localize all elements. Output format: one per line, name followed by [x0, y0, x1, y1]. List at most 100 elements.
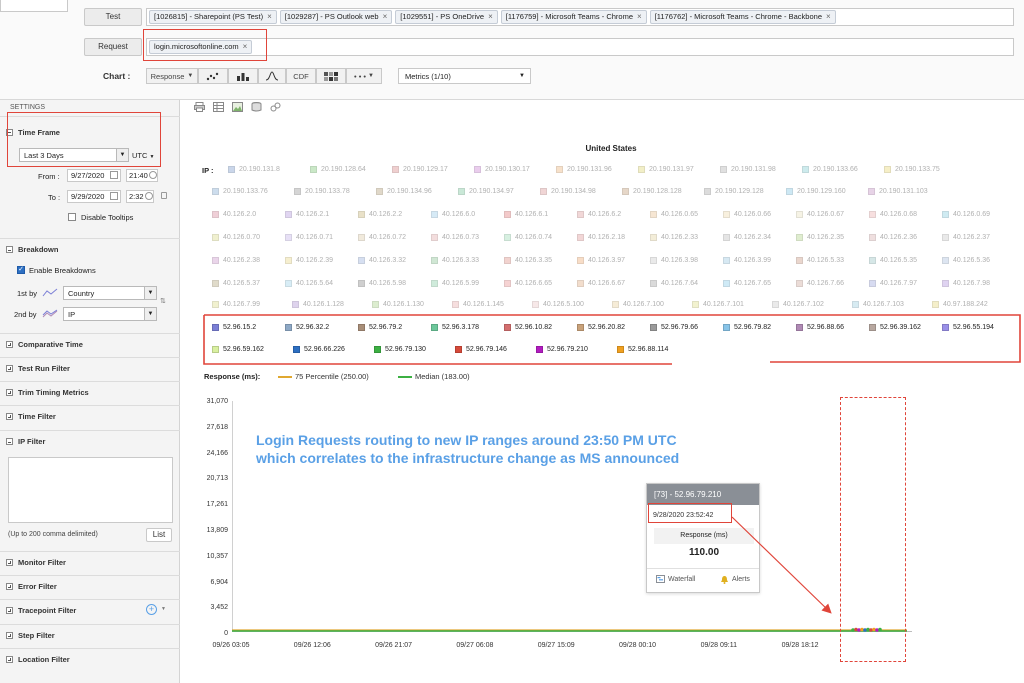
ip-legend-item[interactable]: 40.126.5.35	[869, 257, 917, 264]
ip-legend-item[interactable]: 40.126.0.73	[431, 234, 479, 241]
ip-legend-item[interactable]: 40.126.2.37	[942, 234, 990, 241]
ip-legend-item[interactable]: 40.126.0.72	[358, 234, 406, 241]
ip-legend-item[interactable]: 40.126.1.145	[452, 301, 504, 308]
clock-icon[interactable]	[149, 171, 157, 179]
ip-legend-item[interactable]: 40.126.3.35	[504, 257, 552, 264]
ip-legend-item[interactable]: 20.190.131.8	[228, 166, 280, 173]
ip-legend-item[interactable]: 40.126.7.65	[723, 280, 771, 287]
ip-legend-item[interactable]: 40.126.5.99	[431, 280, 479, 287]
ip-legend-item[interactable]: 40.126.5.64	[285, 280, 333, 287]
remove-test-icon[interactable]: ×	[637, 11, 642, 23]
ip-legend-item[interactable]: 40.126.7.101	[692, 301, 744, 308]
sidebar-section-header[interactable]: Step Filter	[0, 624, 180, 646]
ip-legend-item[interactable]: 40.126.2.2	[358, 211, 402, 218]
calendar-icon[interactable]	[110, 192, 118, 200]
ip-legend-item[interactable]: 20.190.133.66	[802, 166, 858, 173]
add-tracepoint-icon[interactable]: +	[146, 604, 157, 615]
test-chip[interactable]: [1176759] - Microsoft Teams - Chrome ×	[500, 10, 647, 24]
ip-legend-item[interactable]: 40.126.6.67	[577, 280, 625, 287]
ip-legend-item[interactable]: 40.126.3.32	[358, 257, 406, 264]
ip-legend-item[interactable]: 40.126.0.65	[650, 211, 698, 218]
test-chip[interactable]: [1026815] - Sharepoint (PS Test) ×	[149, 10, 277, 24]
ip-legend-item[interactable]: 40.126.5.37	[212, 280, 260, 287]
ip-legend-item[interactable]: 20.190.128.64	[310, 166, 366, 173]
ip-legend-item[interactable]: 20.190.134.97	[458, 188, 514, 195]
ip-legend-item[interactable]: 40.126.6.1	[504, 211, 548, 218]
ip-legend-item[interactable]: 40.126.0.66	[723, 211, 771, 218]
ip-legend-item[interactable]: 40.126.5.100	[532, 301, 584, 308]
ip-legend-item[interactable]: 40.126.2.0	[212, 211, 256, 218]
ip-legend-item[interactable]: 20.190.131.103	[868, 188, 928, 195]
ip-legend-item[interactable]: 20.190.129.160	[786, 188, 846, 195]
ip-legend-item[interactable]: 40.126.3.99	[723, 257, 771, 264]
remove-test-icon[interactable]: ×	[267, 11, 272, 23]
ip-legend-item[interactable]: 40.126.3.98	[650, 257, 698, 264]
ip-legend-item[interactable]: 40.126.2.38	[212, 257, 260, 264]
first-breakdown-select[interactable]: Country ▼	[63, 286, 157, 300]
ip-legend-item[interactable]: 40.126.7.66	[796, 280, 844, 287]
ip-legend-item[interactable]: 20.190.131.97	[638, 166, 694, 173]
ip-legend-item[interactable]: 20.190.133.75	[884, 166, 940, 173]
test-chip[interactable]: [1029287] - PS Outlook web ×	[279, 10, 393, 24]
ip-legend-item[interactable]: 40.126.0.74	[504, 234, 552, 241]
ip-legend-item[interactable]: 40.126.1.130	[372, 301, 424, 308]
cdf-button[interactable]: CDF	[286, 68, 316, 84]
ip-legend-item[interactable]: 20.190.131.96	[556, 166, 612, 173]
ip-legend-item[interactable]: 40.126.3.33	[431, 257, 479, 264]
ip-legend-item[interactable]: 40.97.188.242	[932, 301, 988, 308]
ip-list-button[interactable]: List	[146, 528, 172, 542]
ip-legend-item[interactable]: 40.126.6.0	[431, 211, 475, 218]
remove-test-icon[interactable]: ×	[383, 11, 388, 23]
ip-legend-item[interactable]: 20.190.130.17	[474, 166, 530, 173]
ip-legend-item[interactable]: 20.190.133.78	[294, 188, 350, 195]
table-icon[interactable]	[213, 102, 224, 112]
ip-legend-item[interactable]: 40.126.0.70	[212, 234, 260, 241]
ip-legend-item[interactable]: 40.126.5.33	[796, 257, 844, 264]
ip-legend-item[interactable]: 40.126.7.97	[869, 280, 917, 287]
request-selector[interactable]	[146, 38, 1014, 56]
ip-legend-item[interactable]: 40.126.0.69	[942, 211, 990, 218]
calendar-icon[interactable]	[110, 171, 118, 179]
ip-legend-item[interactable]: 40.126.2.36	[869, 234, 917, 241]
second-breakdown-select[interactable]: IP ▼	[63, 307, 157, 321]
scatter-chart-button[interactable]	[198, 68, 228, 84]
remove-test-icon[interactable]: ×	[826, 11, 831, 23]
ip-legend-item[interactable]: 20.190.133.76	[212, 188, 268, 195]
ip-legend-item[interactable]: 40.126.2.34	[723, 234, 771, 241]
ip-legend-item[interactable]: 40.126.0.68	[869, 211, 917, 218]
sidebar-section-header[interactable]: Time Filter	[0, 405, 180, 427]
test-chip[interactable]: [1176762] - Microsoft Teams - Chrome - B…	[649, 10, 836, 24]
chevron-down-icon[interactable]: ▼	[161, 606, 166, 612]
ip-legend-item[interactable]: 40.126.2.33	[650, 234, 698, 241]
ip-legend-item[interactable]: 20.190.131.98	[720, 166, 776, 173]
ip-legend-item[interactable]: 20.190.134.96	[376, 188, 432, 195]
link-icon[interactable]	[270, 102, 281, 112]
tooltip-waterfall-link[interactable]: Waterfall	[656, 575, 695, 583]
sidebar-section-header[interactable]: Error Filter	[0, 575, 180, 597]
response-dropdown[interactable]: Response ▼	[146, 68, 198, 84]
ip-legend-item[interactable]: 20.190.134.98	[540, 188, 596, 195]
metrics-dropdown[interactable]: Metrics (1/10) ▼	[398, 68, 531, 84]
disable-tooltips-checkbox[interactable]	[68, 213, 76, 221]
enable-breakdowns-checkbox[interactable]: ✓	[17, 266, 25, 274]
distribution-chart-button[interactable]	[258, 68, 286, 84]
breakdown-section-header[interactable]: Breakdown	[0, 238, 180, 260]
ip-legend-item[interactable]: 40.126.5.36	[942, 257, 990, 264]
ip-legend-item[interactable]: 40.126.7.98	[942, 280, 990, 287]
ip-legend-item[interactable]: 40.126.1.128	[292, 301, 344, 308]
lock-icon[interactable]	[161, 192, 167, 199]
ip-legend-item[interactable]: 40.126.0.67	[796, 211, 844, 218]
ip-filter-section-header[interactable]: IP Filter	[0, 430, 180, 452]
sidebar-section-header[interactable]: Test Run Filter	[0, 357, 180, 379]
sidebar-section-header[interactable]: Comparative Time	[0, 333, 180, 355]
sidebar-section-header[interactable]: Trim Timing Metrics	[0, 381, 180, 403]
ip-legend-item[interactable]: 40.126.7.99	[212, 301, 260, 308]
more-options-button[interactable]: • • • ▼	[346, 68, 382, 84]
ip-legend-item[interactable]: 40.126.7.100	[612, 301, 664, 308]
ip-legend-item[interactable]: 20.190.129.128	[704, 188, 764, 195]
ip-legend-item[interactable]: 40.126.2.1	[285, 211, 329, 218]
print-icon[interactable]	[194, 102, 205, 112]
ip-legend-item[interactable]: 20.190.129.17	[392, 166, 448, 173]
ip-legend-item[interactable]: 40.126.7.102	[772, 301, 824, 308]
remove-test-icon[interactable]: ×	[488, 11, 493, 23]
